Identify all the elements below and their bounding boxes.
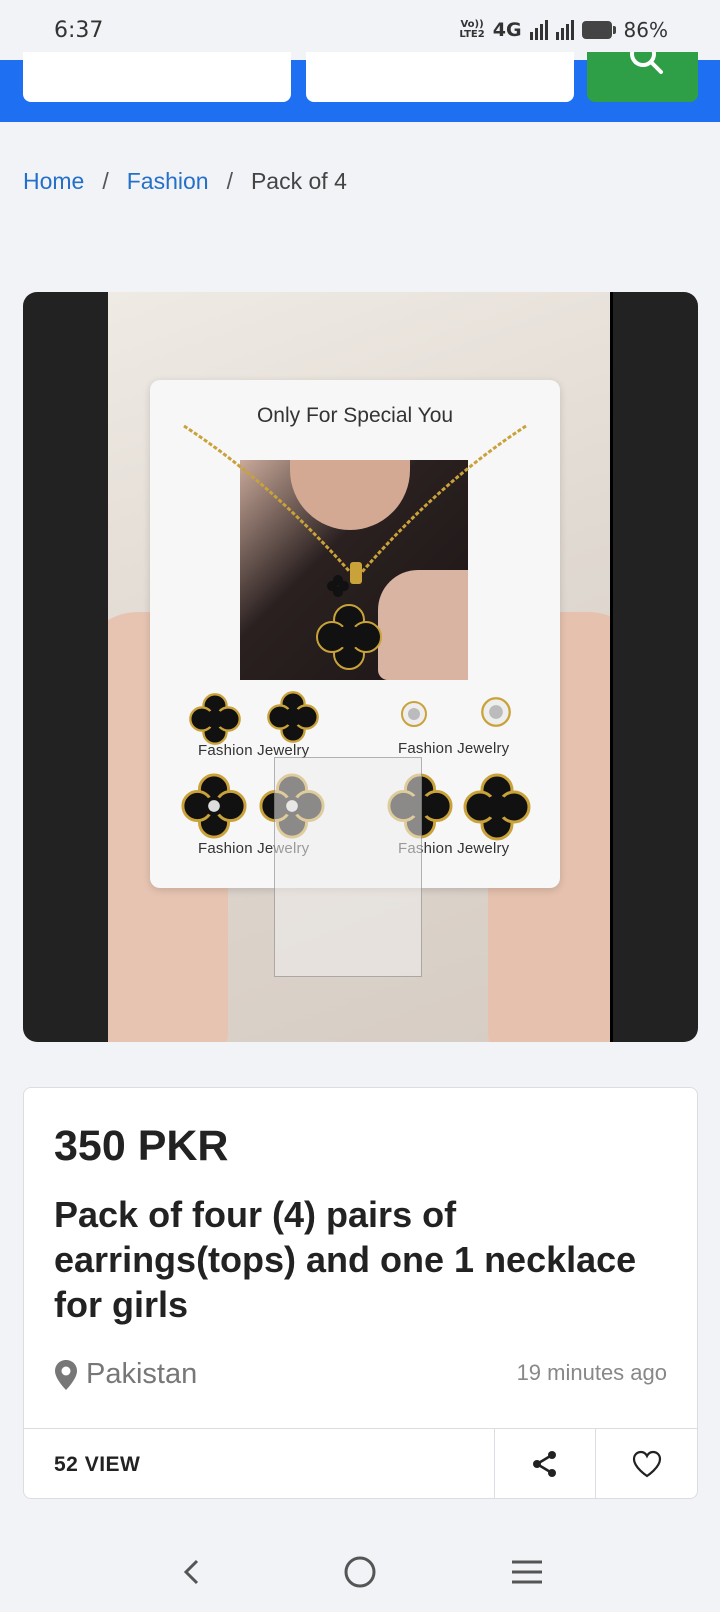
network-type: 4G [492, 19, 522, 41]
search-button[interactable] [587, 52, 698, 102]
menu-icon [511, 1560, 542, 1584]
jewelry-label: Fashion Jewelry [398, 740, 510, 757]
breadcrumb-category-link[interactable]: Fashion [127, 168, 209, 195]
product-price: 350 PKR [54, 1122, 229, 1170]
product-title: Pack of four (4) pairs of earrings(tops)… [54, 1194, 637, 1325]
product-info-card: 350 PKR Pack of four (4) pairs of earrin… [23, 1087, 698, 1499]
view-count: 52 VIEW [54, 1453, 141, 1476]
signal-icon [529, 20, 548, 40]
system-nav-bar [0, 1532, 720, 1612]
share-icon [533, 1450, 556, 1477]
battery-percent: 86% [623, 18, 668, 42]
breadcrumb-home-link[interactable]: Home [23, 168, 84, 195]
product-photo[interactable]: Only For Special You Fashion Jewelry Fas… [108, 292, 610, 1042]
clover-earring [189, 693, 241, 745]
favorite-button[interactable] [595, 1429, 697, 1498]
signal-icon-2 [555, 20, 574, 40]
home-button[interactable] [330, 1542, 390, 1602]
clover-earring [181, 773, 247, 839]
location-text: Pakistan [86, 1358, 198, 1390]
clover-earring [267, 691, 319, 743]
necklace-chain [183, 424, 527, 584]
stud-earring [481, 697, 511, 727]
image-zoom-preview [274, 757, 422, 977]
header-search-bar [0, 52, 720, 122]
clover-earring [463, 773, 531, 841]
posted-time: 19 minutes ago [516, 1360, 667, 1385]
product-image-gallery[interactable]: Only For Special You Fashion Jewelry Fas… [23, 292, 698, 1042]
search-icon [630, 52, 663, 74]
battery-icon [581, 21, 616, 39]
status-time: 6:37 [54, 17, 104, 43]
breadcrumb: Home / Fashion / Pack of 4 [23, 168, 347, 195]
breadcrumb-separator: / [102, 168, 109, 194]
menu-button[interactable] [497, 1542, 557, 1602]
status-bar: 6:37 Vo)) LTE2 4G 86% [0, 0, 720, 60]
heart-icon [632, 1450, 661, 1477]
stud-earring [401, 701, 427, 727]
status-icons: Vo)) LTE2 4G 86% [459, 18, 668, 42]
back-icon [184, 1559, 199, 1585]
home-icon [344, 1556, 376, 1588]
clover-pendant [316, 604, 382, 670]
breadcrumb-separator: / [226, 168, 233, 194]
photo-edge [610, 292, 613, 1042]
product-location: Pakistan [54, 1358, 197, 1391]
search-keyword-input[interactable] [23, 52, 291, 102]
volte-indicator: Vo)) LTE2 [459, 19, 485, 40]
share-button[interactable] [494, 1429, 595, 1498]
clover-small-pendant [327, 575, 349, 597]
search-location-input[interactable] [306, 52, 574, 102]
back-button[interactable] [163, 1542, 223, 1602]
product-actions-bar: 52 VIEW [24, 1428, 697, 1498]
breadcrumb-current: Pack of 4 [250, 168, 347, 194]
location-pin-icon [55, 1359, 77, 1390]
